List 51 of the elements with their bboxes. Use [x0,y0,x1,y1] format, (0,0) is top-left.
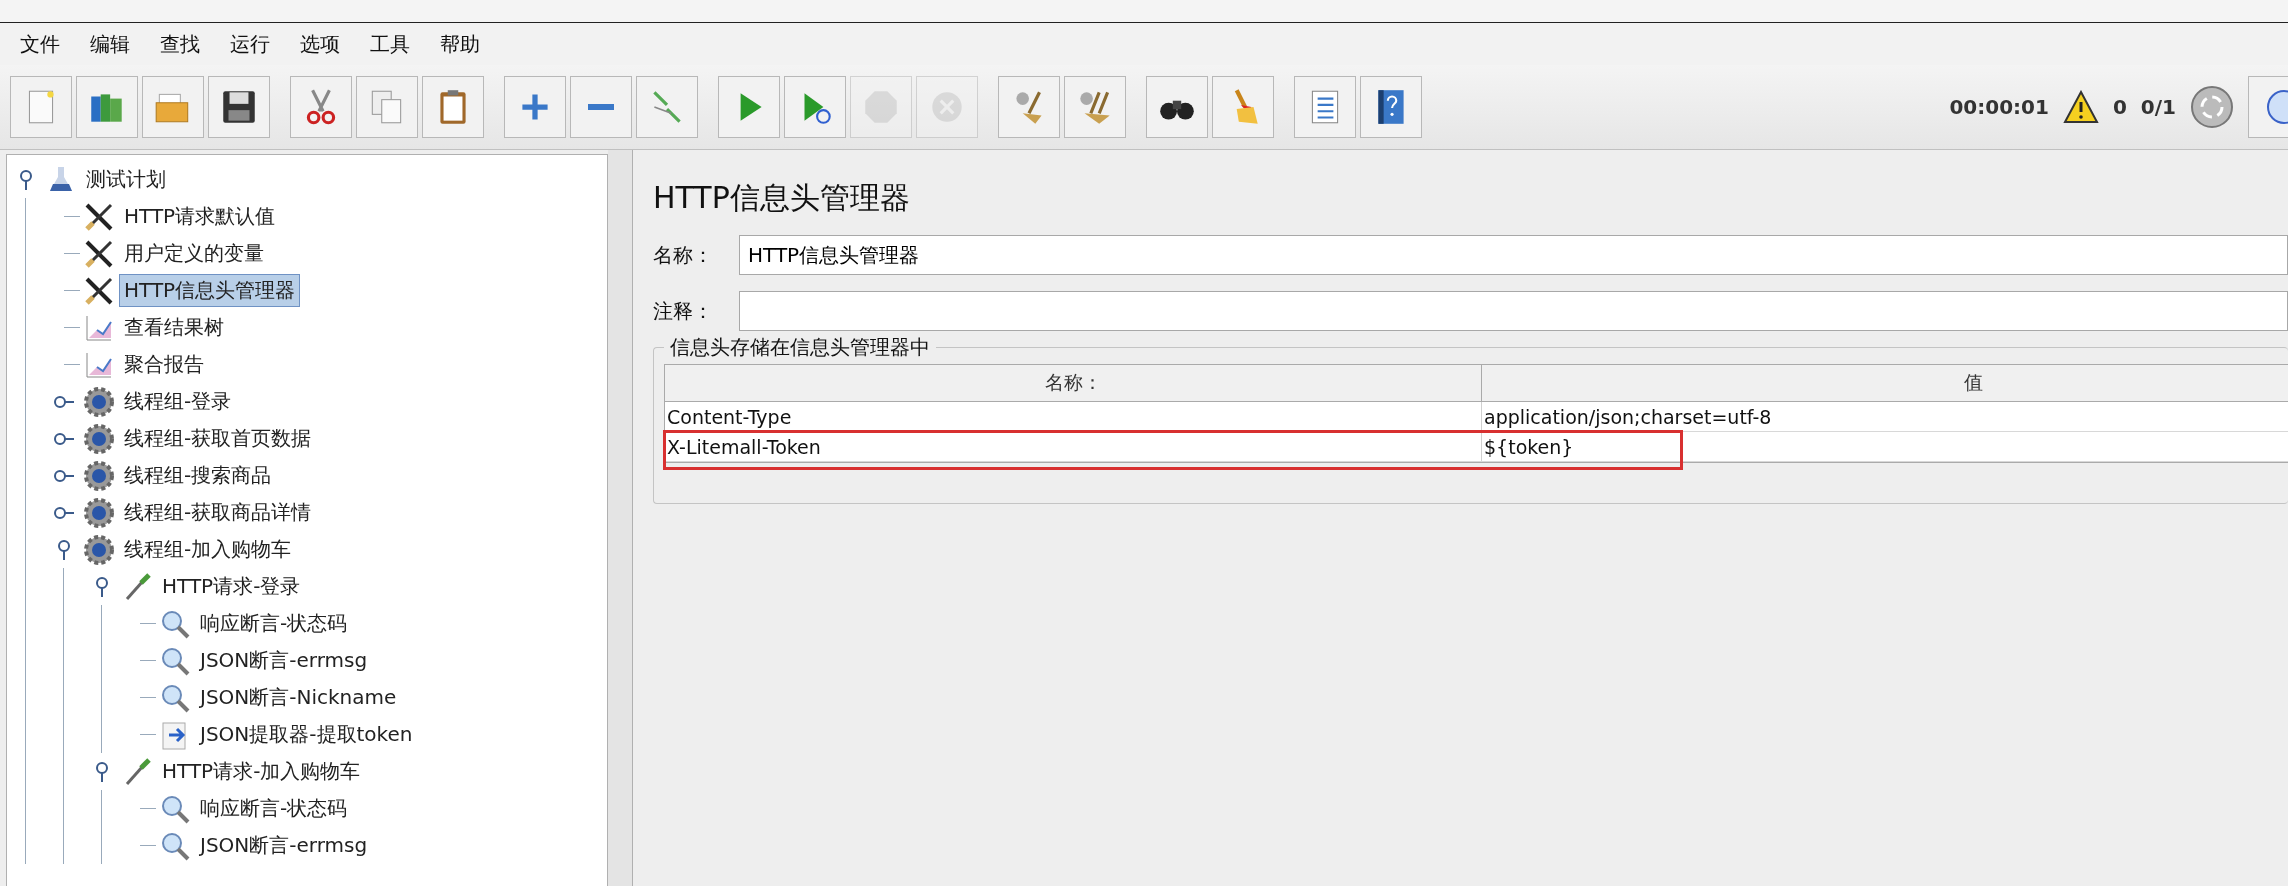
menu-item[interactable]: 帮助 [440,30,480,58]
tree-item[interactable]: 聚合报告 [119,348,209,381]
tree-item[interactable]: 用户定义的变量 [119,237,269,270]
warning-icon [2062,90,2099,124]
tree-item[interactable]: HTTP信息头管理器 [119,274,301,307]
table-cell: application/json;charset=utf-8 [1482,402,2288,431]
toolbar-button[interactable] [1146,76,1208,138]
column-header[interactable]: 名称： [665,365,1482,401]
tree-item[interactable]: HTTP请求-登录 [157,570,306,603]
error-count: 0 [2112,95,2127,119]
menu-item[interactable]: 工具 [370,30,410,58]
table-cell: X-Litemall-Token [665,432,1482,461]
table-cell: Content-Type [665,402,1482,431]
tree-item[interactable]: 响应断言-状态码 [195,792,353,825]
tree-item[interactable]: 线程组-获取商品详情 [119,496,317,529]
tree-item[interactable]: JSON断言-Nickname [195,681,402,714]
gear-icon [83,459,115,492]
menu-item[interactable]: 运行 [230,30,270,58]
tree-item[interactable]: JSON断言-errmsg [195,644,373,677]
tree-item[interactable]: JSON提取器-提取token [195,718,418,751]
tree-item[interactable]: JSON断言-errmsg [195,829,373,862]
elapsed-time: 00:00:01 [1949,95,2049,119]
toolbar-button[interactable] [208,76,270,138]
gear-icon [83,385,115,418]
tree-item[interactable]: 线程组-获取首页数据 [119,422,317,455]
menu-item[interactable]: 编辑 [90,30,130,58]
table-cell: ${token} [1482,432,2288,461]
input-field[interactable] [739,291,2288,331]
gear-icon [83,422,115,455]
minus-icon [588,103,614,111]
tree-item[interactable]: 响应断言-状态码 [195,607,353,640]
tree-item[interactable]: HTTP请求默认值 [119,200,281,233]
tree-item[interactable]: HTTP请求-加入购物车 [157,755,366,788]
gear-icon [83,496,115,529]
column-header[interactable]: 值 [1482,365,2288,401]
gear-icon [83,533,115,566]
tree-item[interactable]: 测试计划 [81,163,171,196]
tree-item[interactable]: 线程组-登录 [119,385,237,418]
panel-title: HTTP信息头管理器 [653,179,911,217]
menu-item[interactable]: 文件 [20,30,60,58]
tree-item[interactable]: 线程组-加入购物车 [119,533,297,566]
menu-item[interactable]: 查找 [160,30,200,58]
circle-arrows-icon[interactable] [2190,85,2234,129]
toolbar-button[interactable] [1360,76,1422,138]
input-field[interactable]: HTTP信息头管理器 [739,235,2288,275]
field-label: 名称： [653,241,714,269]
menu-item[interactable]: 选项 [300,30,340,58]
tree-item[interactable]: 查看结果树 [119,311,229,344]
thread-count: 0/1 [2140,95,2176,119]
field-label: 注释： [653,297,714,325]
tree-item[interactable]: 线程组-搜索商品 [119,459,277,492]
